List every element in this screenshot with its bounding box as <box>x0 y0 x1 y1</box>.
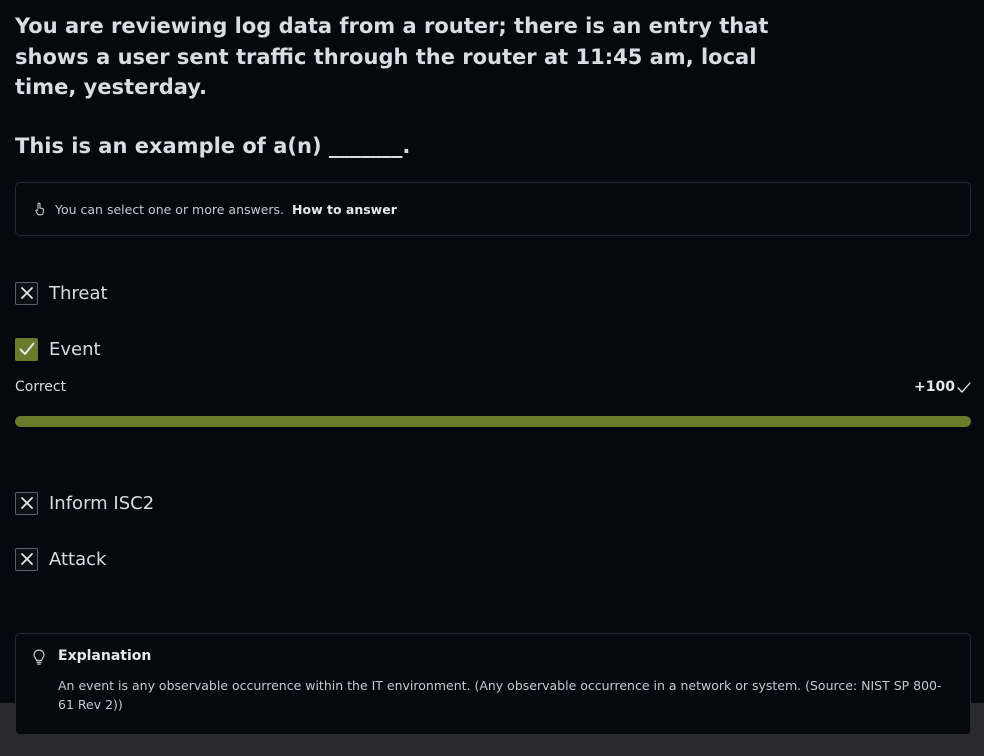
x-mark-icon <box>20 497 33 509</box>
checkbox-threat[interactable] <box>15 281 38 305</box>
x-mark-icon <box>20 553 33 565</box>
score-progress-bar <box>15 416 971 427</box>
explanation-body: An event is any observable occurrence wi… <box>58 678 942 712</box>
explanation-title: Explanation <box>58 648 152 664</box>
option-label: Attack <box>49 548 107 570</box>
hint-box: You can select one or more answers. How … <box>15 182 971 236</box>
explanation-panel: Explanation An event is any observable o… <box>15 633 971 735</box>
checkmark-icon <box>957 381 971 393</box>
checkmark-icon <box>19 342 34 355</box>
option-label: Event <box>49 338 101 360</box>
lightbulb-icon <box>32 649 46 669</box>
checkbox-event[interactable] <box>15 337 38 361</box>
hand-pointer-icon <box>34 202 46 216</box>
progress-fill <box>15 416 971 427</box>
option-label: Inform ISC2 <box>49 492 155 514</box>
hint-text: You can select one or more answers. <box>55 201 285 217</box>
option-attack[interactable]: Attack <box>15 547 106 571</box>
checkbox-attack[interactable] <box>15 547 38 571</box>
result-label: Correct <box>15 379 67 395</box>
x-mark-icon <box>20 287 33 299</box>
question-prompt: This is an example of a(n) _______. <box>15 134 411 158</box>
question-text: You are reviewing log data from a router… <box>15 14 769 99</box>
option-inform-isc2[interactable]: Inform ISC2 <box>15 491 154 515</box>
how-to-answer-link[interactable]: How to answer <box>292 202 397 217</box>
score-value: +100 <box>914 379 955 395</box>
option-event[interactable]: Event <box>15 337 101 361</box>
score-badge: +100 <box>914 379 971 395</box>
quiz-page: You are reviewing log data from a router… <box>0 0 984 756</box>
option-label: Threat <box>49 282 108 304</box>
checkbox-inform-isc2[interactable] <box>15 491 38 515</box>
option-threat[interactable]: Threat <box>15 281 108 305</box>
